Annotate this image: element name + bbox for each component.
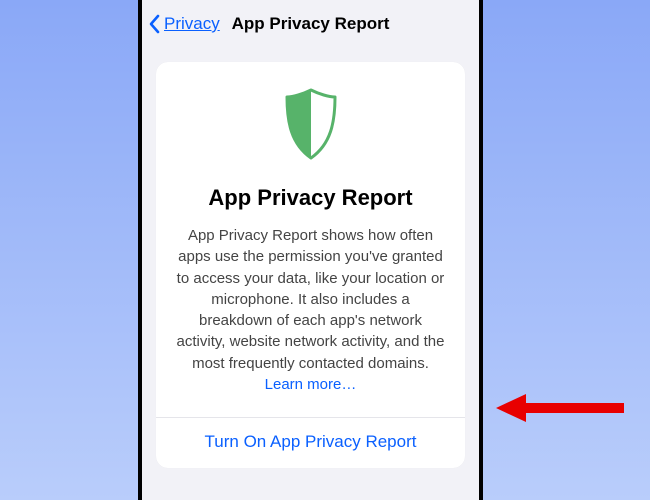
- content-area: App Privacy Report App Privacy Report sh…: [142, 48, 479, 500]
- back-label: Privacy: [164, 14, 220, 34]
- shield-icon-wrap: [176, 88, 445, 165]
- learn-more-link[interactable]: Learn more…: [265, 376, 357, 393]
- card-description-text: App Privacy Report shows how often apps …: [177, 227, 445, 372]
- back-button[interactable]: Privacy: [148, 0, 220, 48]
- turn-on-button[interactable]: Turn On App Privacy Report: [156, 418, 465, 468]
- card-description: App Privacy Report shows how often apps …: [176, 225, 445, 395]
- info-card: App Privacy Report App Privacy Report sh…: [156, 62, 465, 468]
- nav-title: App Privacy Report: [232, 14, 390, 34]
- background: Privacy App Privacy Report: [0, 0, 650, 500]
- annotation-arrow-icon: [496, 388, 626, 428]
- chevron-left-icon: [148, 14, 162, 34]
- nav-bar: Privacy App Privacy Report: [142, 0, 479, 48]
- card-title: App Privacy Report: [176, 185, 445, 211]
- shield-icon: [281, 88, 341, 165]
- phone-frame: Privacy App Privacy Report: [138, 0, 483, 500]
- card-body: App Privacy Report App Privacy Report sh…: [156, 62, 465, 417]
